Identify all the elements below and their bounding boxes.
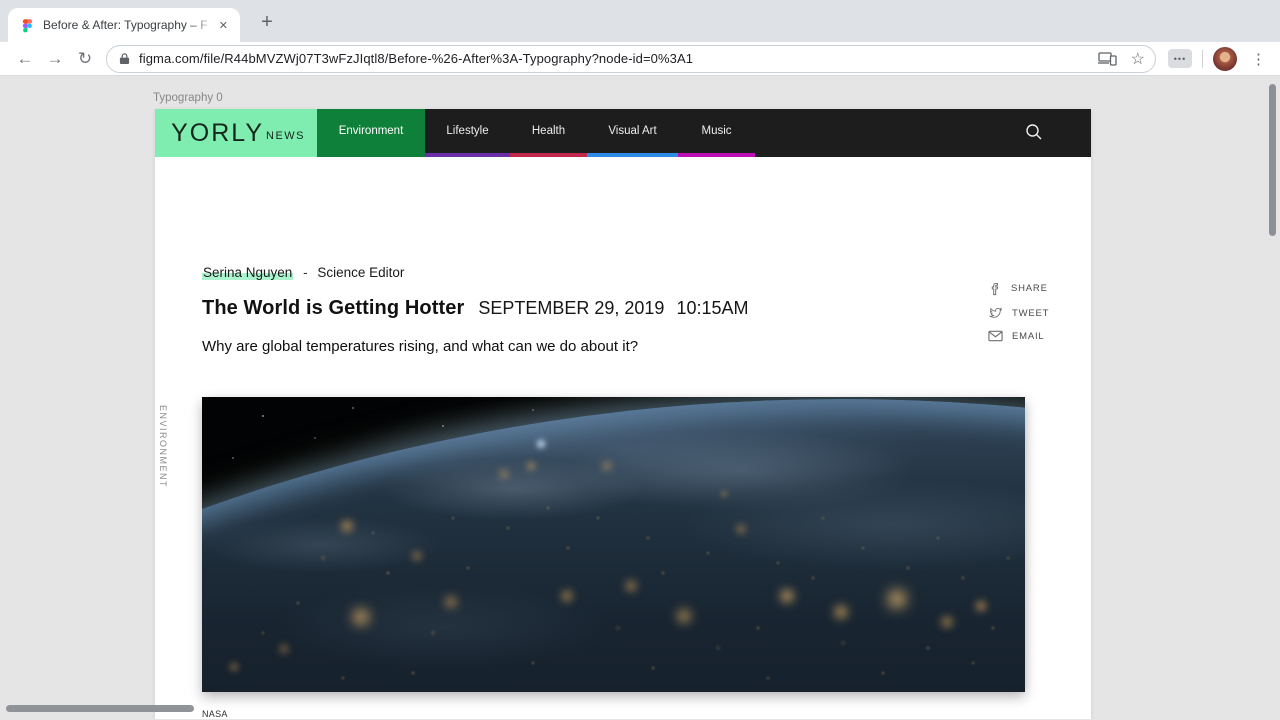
- new-tab-button[interactable]: +: [254, 12, 280, 32]
- article-headline: The World is Getting Hotter: [202, 297, 464, 320]
- nav-item-environment[interactable]: Environment: [317, 109, 425, 157]
- send-to-devices-icon[interactable]: [1098, 52, 1117, 66]
- image-caption: NASA: [202, 709, 228, 719]
- site-logo[interactable]: YORLY NEWS: [155, 109, 317, 157]
- browser-tab-strip: Before & After: Typography – F ✕ +: [0, 0, 1280, 42]
- address-bar[interactable]: figma.com/file/R44bMVZWj07T3wFzJIqtl8/Be…: [106, 45, 1156, 73]
- nav-item-visual-art[interactable]: Visual Art: [587, 109, 678, 157]
- reload-icon[interactable]: ↻: [70, 50, 100, 67]
- profile-avatar[interactable]: [1213, 47, 1237, 71]
- publish-date: SEPTEMBER 29, 2019: [478, 298, 664, 319]
- horizontal-scrollbar-thumb[interactable]: [6, 705, 194, 712]
- nav-item-health[interactable]: Health: [510, 109, 587, 157]
- browser-toolbar: ← → ↻ figma.com/file/R44bMVZWj07T3wFzJIq…: [0, 42, 1280, 76]
- site-header: YORLY NEWS Environment Lifestyle Health …: [155, 109, 1091, 157]
- twitter-icon: [988, 306, 1003, 320]
- email-icon: [988, 330, 1003, 342]
- article-subtitle: Why are global temperatures rising, and …: [202, 338, 638, 355]
- vertical-scrollbar-thumb[interactable]: [1269, 84, 1276, 236]
- share-email-button[interactable]: EMAIL: [988, 330, 1049, 342]
- share-twitter-button[interactable]: TWEET: [988, 306, 1049, 320]
- toolbar-divider: [1202, 50, 1203, 68]
- section-label-vertical: ENVIRONMENT: [158, 405, 168, 488]
- browser-tab[interactable]: Before & After: Typography – F ✕: [8, 8, 240, 42]
- logo-suffix: NEWS: [266, 130, 305, 142]
- extensions-icon[interactable]: •••: [1168, 49, 1192, 68]
- share-actions: SHARE TWEET EMAIL: [988, 281, 1049, 342]
- search-icon[interactable]: [1025, 123, 1043, 141]
- figma-canvas[interactable]: Typography 0 YORLY NEWS Environment Life…: [0, 76, 1280, 719]
- back-icon[interactable]: ←: [10, 50, 40, 67]
- frame-label[interactable]: Typography 0: [153, 92, 223, 104]
- logo-text: YORLY: [171, 119, 264, 148]
- cloud-haze: [202, 397, 1025, 692]
- author-role: Science Editor: [317, 265, 404, 280]
- url-text[interactable]: figma.com/file/R44bMVZWj07T3wFzJIqtl8/Be…: [139, 51, 1090, 66]
- tab-title: Before & After: Typography – F: [43, 18, 215, 32]
- bookmark-star-icon[interactable]: ☆: [1131, 49, 1145, 69]
- facebook-icon: [988, 281, 1002, 296]
- hero-image-earth-at-night: [202, 397, 1025, 692]
- design-frame[interactable]: YORLY NEWS Environment Lifestyle Health …: [155, 109, 1091, 719]
- share-facebook-button[interactable]: SHARE: [988, 281, 1049, 296]
- author-name[interactable]: Serina Nguyen: [202, 265, 293, 280]
- nav-item-lifestyle[interactable]: Lifestyle: [425, 109, 510, 157]
- browser-menu-icon[interactable]: ⋮: [1247, 50, 1270, 68]
- byline: Serina Nguyen - Science Editor: [202, 265, 404, 280]
- publish-time: 10:15AM: [676, 298, 748, 319]
- article: ENVIRONMENT Serina Nguyen - Science Edit…: [155, 157, 1091, 719]
- tab-close-icon[interactable]: ✕: [215, 17, 232, 34]
- nav-item-music[interactable]: Music: [678, 109, 755, 157]
- byline-separator: -: [303, 265, 308, 280]
- city-lights-small: [202, 397, 204, 399]
- site-nav: Environment Lifestyle Health Visual Art …: [317, 109, 1091, 157]
- lock-icon: [119, 52, 130, 65]
- forward-icon[interactable]: →: [40, 50, 70, 67]
- figma-logo-icon: [20, 18, 35, 33]
